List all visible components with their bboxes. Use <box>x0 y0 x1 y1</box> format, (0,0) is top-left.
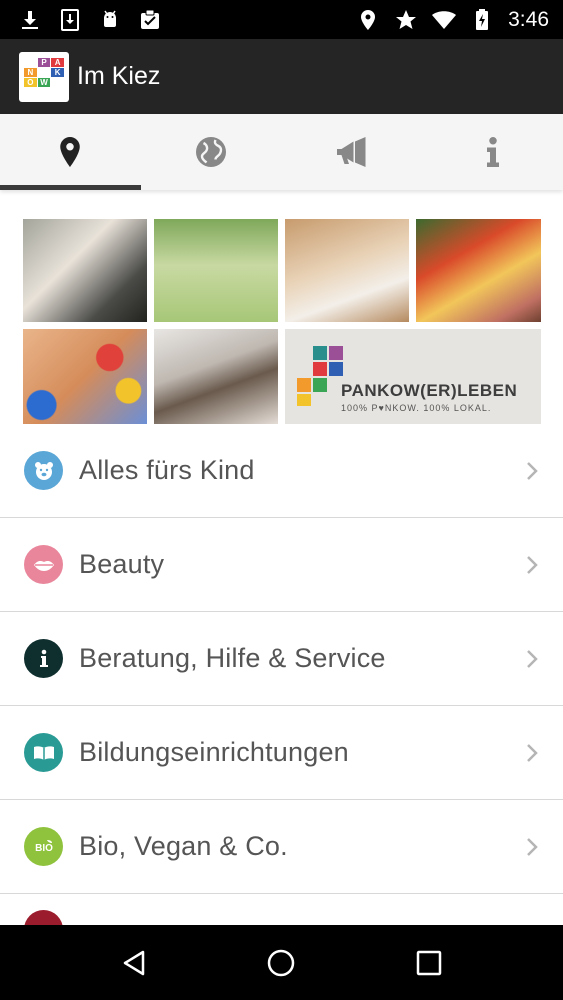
photo-hairdresser <box>154 329 278 424</box>
tab-info[interactable] <box>422 114 563 190</box>
photo-seniors <box>154 219 278 322</box>
list-item-label: Beauty <box>79 549 165 579</box>
book-icon <box>24 733 63 772</box>
back-button[interactable] <box>114 943 154 983</box>
photo-cafe <box>23 219 147 322</box>
status-bar: 3:46 <box>0 0 563 39</box>
screen: 3:46 PA NK OW Im Kiez PANKOW(ER)LEBEN 10… <box>0 0 563 1000</box>
chevron-right-icon <box>527 837 538 856</box>
megaphone-icon <box>336 137 366 167</box>
pankow-brand: PANKOW(ER)LEBEN <box>341 381 518 400</box>
app-title: Im Kiez <box>77 62 161 90</box>
list-item-label: Bildungseinrichtungen <box>79 737 349 767</box>
globe-icon <box>196 137 227 167</box>
list-item-label: Beratung, Hilfe & Service <box>79 643 386 673</box>
home-button[interactable] <box>261 943 301 983</box>
list-item-beauty[interactable]: Beauty <box>0 518 563 612</box>
lips-icon <box>24 545 63 584</box>
clipboard-check-icon <box>141 9 159 29</box>
pankow-tagline: 100% P♥NKOW. 100% LOKAL. <box>341 403 492 413</box>
tab-globe[interactable] <box>141 114 282 190</box>
location-icon <box>361 9 376 30</box>
app-logo: PA NK OW <box>19 51 69 102</box>
back-icon <box>123 950 145 975</box>
download-icon <box>22 10 38 29</box>
pankow-banner: PANKOW(ER)LEBEN 100% P♥NKOW. 100% LOKAL. <box>285 329 541 424</box>
list-item-kids[interactable]: Alles fürs Kind <box>0 424 563 518</box>
list-item-advice[interactable]: Beratung, Hilfe & Service <box>0 612 563 706</box>
teddy-bear-icon <box>24 451 63 490</box>
battery-charging-icon <box>476 8 489 30</box>
status-time: 3:46 <box>508 7 549 31</box>
recents-icon <box>416 950 442 975</box>
wifi-icon <box>432 10 457 29</box>
home-icon <box>268 949 295 976</box>
android-icon <box>104 10 116 27</box>
list-item-education[interactable]: Bildungseinrichtungen <box>0 706 563 800</box>
navigation-bar <box>0 925 563 1000</box>
chevron-right-icon <box>527 461 538 480</box>
list-item-label: Alles fürs Kind <box>79 455 255 485</box>
chevron-right-icon <box>527 743 538 762</box>
category-list: Alles fürs Kind Beauty Beratung, Hilfe &… <box>0 424 563 949</box>
photo-spa <box>285 219 409 322</box>
svg-text:BIO: BIO <box>35 843 53 854</box>
tab-bar <box>0 114 563 190</box>
photo-food <box>416 219 541 322</box>
recents-button[interactable] <box>409 943 449 983</box>
info-icon <box>24 639 63 678</box>
location-pin-icon <box>60 137 81 167</box>
list-item-label: Bio, Vegan & Co. <box>79 831 288 861</box>
tab-nearby[interactable] <box>0 114 141 190</box>
app-bar: PA NK OW Im Kiez <box>0 39 563 114</box>
banner-collage: PANKOW(ER)LEBEN 100% P♥NKOW. 100% LOKAL. <box>23 219 541 424</box>
list-item-bio[interactable]: BIO Bio, Vegan & Co. <box>0 800 563 894</box>
photo-children <box>23 329 147 424</box>
download-box-icon <box>61 8 79 31</box>
chevron-right-icon <box>527 649 538 668</box>
info-icon <box>486 137 499 167</box>
bio-icon: BIO <box>24 827 63 866</box>
tab-announcements[interactable] <box>282 114 423 190</box>
star-icon <box>396 9 417 29</box>
chevron-right-icon <box>527 555 538 574</box>
